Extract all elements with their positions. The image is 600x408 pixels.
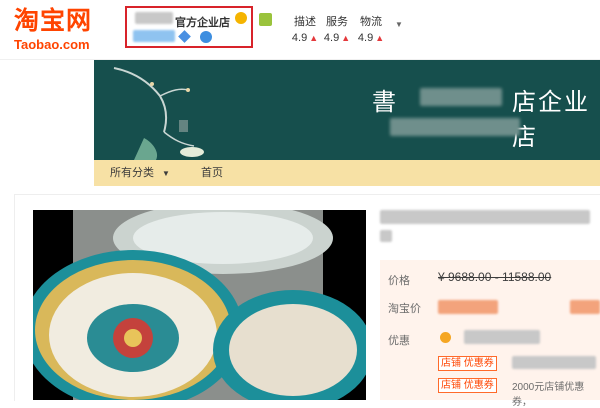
rating-value: 4.9 — [291, 32, 308, 44]
blurred-taobao-price — [438, 300, 498, 314]
crown-icon — [235, 12, 247, 24]
diamond-icon — [178, 30, 191, 43]
shop-nav: 所有分类 ▼ 首页 — [94, 160, 600, 186]
green-badge-icon[interactable] — [259, 13, 272, 26]
price-range: ¥ 9688.00 - 11588.00 — [438, 270, 552, 284]
price-label: 价格 — [388, 275, 410, 287]
discount-label: 优惠 — [388, 335, 410, 347]
shop-name: 官方企业店 — [175, 17, 230, 29]
rating-label: 物流 — [360, 16, 382, 28]
blurred-title-line-2 — [380, 230, 392, 242]
arrow-up-icon: ▲ — [309, 33, 319, 43]
nav-categories-label: 所有分类 — [110, 167, 154, 179]
taobao-price-label: 淘宝价 — [388, 303, 421, 315]
coupon-note: 2000元店铺优惠券， — [512, 382, 585, 408]
arrow-up-icon: ▲ — [341, 33, 351, 43]
coupon-tag[interactable]: 店铺 优惠券 — [438, 356, 497, 371]
rating-service: 服务 4.9 ▲ — [319, 16, 355, 45]
blurred-shop-name-prefix — [135, 12, 173, 24]
blurred-price-extra — [570, 300, 600, 314]
site-header: 淘宝网 Taobao.com 官方企业店 描述 4.9 ▲ 服务 4.9 ▲ 物流 … — [0, 0, 600, 60]
blurred-level-badge — [133, 30, 175, 42]
coupon-tag[interactable]: 店铺 优惠券 — [438, 378, 497, 393]
logo-en: Taobao.com — [14, 37, 90, 52]
rating-logistics: 物流 4.9 ▲ — [353, 16, 389, 45]
rating-label: 服务 — [326, 16, 348, 28]
caret-down-icon: ▼ — [162, 169, 170, 178]
taobao-logo[interactable]: 淘宝网 Taobao.com — [14, 6, 92, 52]
banner-title-first-char: 書 — [372, 89, 396, 116]
round-badge-icon — [200, 31, 212, 43]
arrow-up-icon: ▲ — [375, 33, 385, 43]
plate-illustration — [33, 210, 366, 400]
price-info-box: 价格 ¥ 9688.00 - 11588.00 淘宝价 优惠 店铺 优惠券 店铺… — [380, 260, 600, 408]
blurred-title-line-1 — [380, 210, 590, 224]
rating-value: 4.9 — [323, 32, 340, 44]
shop-banner[interactable]: 書 店企业店 — [94, 60, 600, 160]
blurred-banner-text — [420, 88, 502, 106]
chevron-down-icon[interactable]: ▼ — [395, 20, 403, 29]
banner-title: 店企业店 — [512, 89, 590, 151]
plum-branch-illustration — [113, 67, 204, 160]
blurred-discount-text — [464, 330, 540, 344]
logo-cn: 淘宝网 — [14, 7, 93, 35]
shop-info-box[interactable]: 官方企业店 — [125, 6, 253, 48]
rating-value: 4.9 — [357, 32, 374, 44]
nav-all-categories[interactable]: 所有分类 ▼ — [110, 160, 170, 187]
nav-home[interactable]: 首页 — [201, 160, 223, 186]
blurred-coupon-desc — [512, 356, 596, 369]
coin-icon — [440, 332, 451, 343]
rating-label: 描述 — [294, 16, 316, 28]
blurred-banner-subtitle — [390, 118, 520, 136]
rating-description: 描述 4.9 ▲ — [287, 16, 323, 45]
product-main-image[interactable] — [33, 210, 366, 400]
